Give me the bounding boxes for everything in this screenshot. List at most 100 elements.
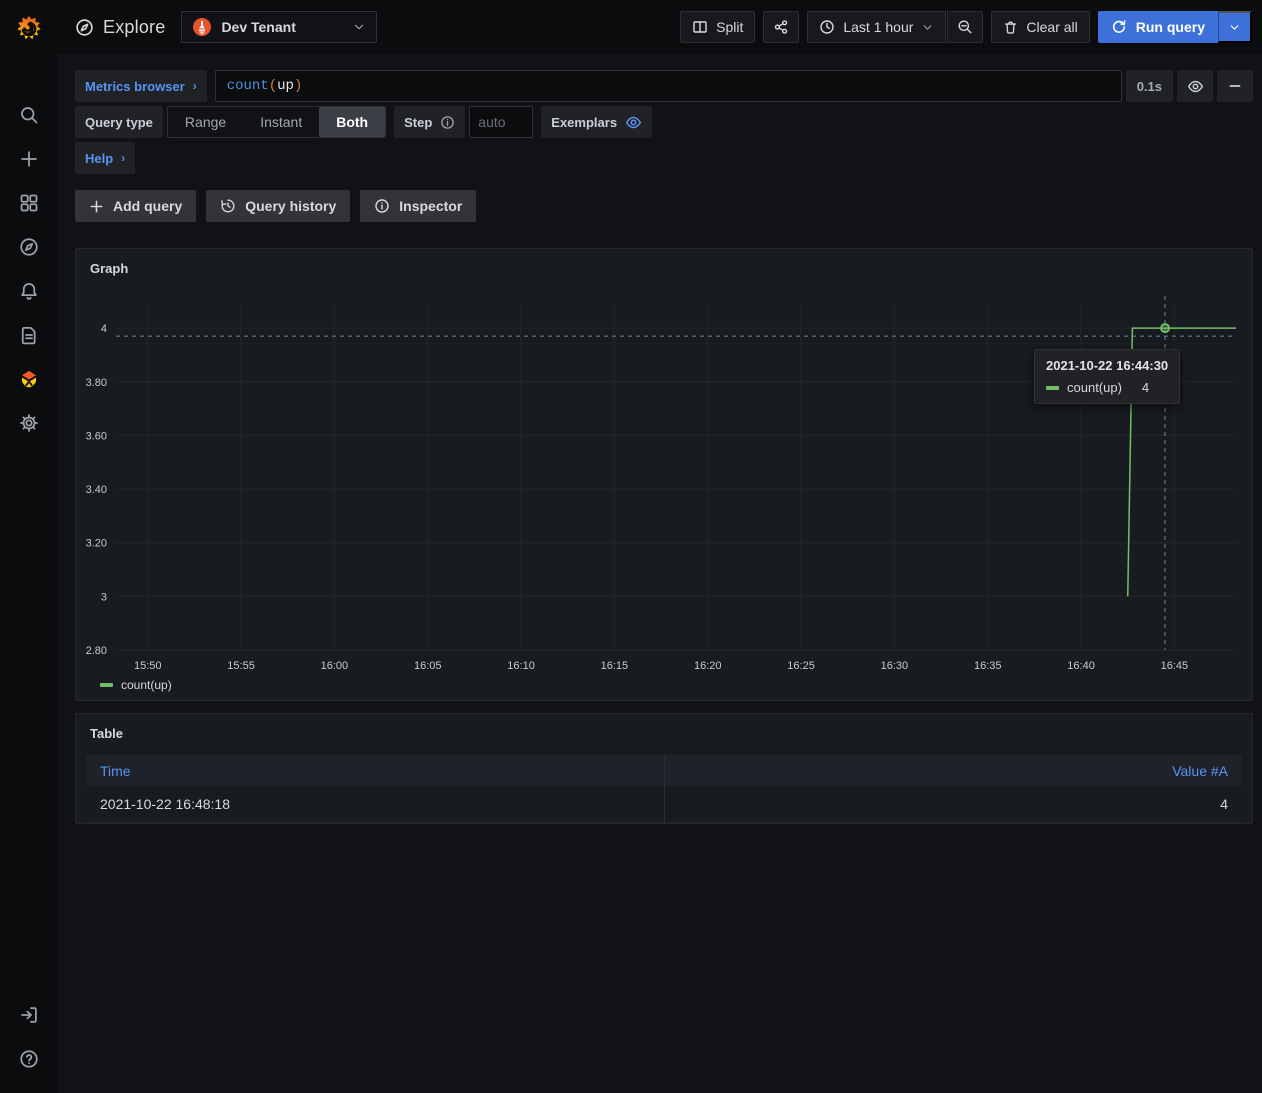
table-panel: Table Time Value #A 2021-10-22 16:48:18 …: [75, 713, 1253, 824]
split-button[interactable]: Split: [680, 11, 755, 43]
tooltip-series-name: count(up): [1067, 380, 1122, 395]
table-header-value[interactable]: Value #A: [664, 755, 1243, 786]
chevron-down-icon: [1228, 21, 1241, 34]
clear-all-button[interactable]: Clear all: [991, 11, 1089, 43]
chevron-right-icon: ›: [121, 151, 125, 165]
sidebar-item-document[interactable]: [0, 313, 57, 357]
split-icon: [692, 19, 708, 35]
expr-argument: up: [277, 78, 294, 94]
clear-all-label: Clear all: [1026, 19, 1077, 35]
sign-in-icon: [19, 1005, 39, 1025]
query-type-label: Query type: [75, 106, 163, 138]
query-type-option-range[interactable]: Range: [168, 107, 243, 137]
sidebar-item-help[interactable]: [0, 1037, 57, 1081]
remove-query-button[interactable]: [1217, 70, 1253, 102]
run-query-button[interactable]: Run query: [1098, 11, 1218, 43]
share-button[interactable]: [763, 11, 799, 43]
query-duration-badge: 0.1s: [1126, 70, 1173, 102]
datasource-name: Dev Tenant: [221, 19, 343, 35]
run-query-split-button: Run query: [1098, 11, 1252, 43]
datasource-picker[interactable]: Dev Tenant: [181, 11, 377, 43]
help-label: Help: [85, 151, 113, 166]
sidebar-item-configuration[interactable]: [0, 401, 57, 445]
sidebar-item-create[interactable]: [0, 137, 57, 181]
svg-text:16:30: 16:30: [881, 660, 909, 672]
sidebar-item-sign-in[interactable]: [0, 993, 57, 1037]
sidebar-item-explore[interactable]: [0, 225, 57, 269]
svg-text:16:20: 16:20: [694, 660, 722, 672]
table-header-time[interactable]: Time: [86, 755, 664, 786]
zoom-out-icon: [957, 19, 973, 35]
compass-icon: [19, 237, 39, 257]
chevron-right-icon: ›: [193, 79, 197, 93]
svg-text:16:10: 16:10: [507, 660, 535, 672]
time-range-picker[interactable]: Last 1 hour: [807, 11, 946, 43]
dashboards-grid-icon: [19, 193, 39, 213]
time-picker-group: Last 1 hour: [807, 11, 983, 43]
mimir-logo-icon: [18, 368, 40, 390]
svg-text:16:35: 16:35: [974, 660, 1002, 672]
sidebar-item-dashboards[interactable]: [0, 181, 57, 225]
query-row: Metrics browser › count(up) 0.1s: [75, 70, 1253, 102]
step-input[interactable]: [469, 106, 533, 138]
table-header-row: Time Value #A: [86, 755, 1242, 786]
exemplars-eye-toggle[interactable]: [625, 114, 642, 131]
zoom-out-button[interactable]: [947, 11, 983, 43]
graph-svg[interactable]: 2.8033.203.403.603.80415:5015:5516:0016:…: [86, 282, 1242, 678]
query-type-option-instant[interactable]: Instant: [243, 107, 319, 137]
trash-icon: [1003, 20, 1018, 35]
sidebar-item-mimir[interactable]: [0, 357, 57, 401]
toggle-query-visibility-button[interactable]: [1177, 70, 1213, 102]
time-range-label: Last 1 hour: [843, 19, 913, 35]
gear-icon: [19, 413, 39, 433]
explore-header: Explore: [75, 17, 165, 38]
table-row[interactable]: 2021-10-22 16:48:18 4: [86, 786, 1242, 823]
metrics-browser-button[interactable]: Metrics browser ›: [75, 70, 207, 102]
svg-text:16:15: 16:15: [601, 660, 629, 672]
sidebar-item-search[interactable]: [0, 93, 57, 137]
prometheus-icon: [192, 17, 212, 37]
run-query-caret-button[interactable]: [1218, 11, 1252, 43]
svg-text:3.80: 3.80: [86, 377, 107, 389]
table-cell-value: 4: [664, 786, 1243, 822]
graph-tooltip: 2021-10-22 16:44:30 count(up) 4: [1034, 349, 1180, 404]
query-type-option-both[interactable]: Both: [319, 107, 385, 137]
chevron-down-icon: [352, 20, 366, 34]
query-history-label: Query history: [245, 198, 336, 214]
svg-text:15:55: 15:55: [227, 660, 255, 672]
query-history-button[interactable]: Query history: [206, 190, 350, 222]
search-icon: [19, 105, 39, 125]
minus-icon: [1227, 78, 1243, 94]
help-icon: [19, 1049, 39, 1069]
add-query-label: Add query: [113, 198, 182, 214]
add-query-button[interactable]: Add query: [75, 190, 196, 222]
topbar: Explore Dev Tenant Split Last 1 hour Cle…: [57, 0, 1262, 54]
run-query-label: Run query: [1136, 19, 1205, 35]
graph-panel: Graph 2.8033.203.403.603.80415:5015:5516…: [75, 248, 1253, 701]
grafana-logo-icon[interactable]: [0, 0, 57, 57]
bell-icon: [19, 281, 39, 301]
svg-text:2.80: 2.80: [86, 645, 107, 657]
expr-function: count: [227, 78, 269, 94]
svg-text:16:45: 16:45: [1161, 660, 1189, 672]
svg-text:3.40: 3.40: [86, 484, 107, 496]
inspector-button[interactable]: Inspector: [360, 190, 476, 222]
graph-legend[interactable]: count(up): [86, 678, 1242, 698]
svg-text:16:05: 16:05: [414, 660, 442, 672]
query-expression-input[interactable]: count(up): [215, 70, 1122, 102]
results-table: Time Value #A 2021-10-22 16:48:18 4: [86, 755, 1242, 823]
tooltip-series-swatch: [1046, 386, 1059, 390]
metrics-browser-label: Metrics browser: [85, 79, 185, 94]
expr-paren-open: (: [269, 78, 277, 94]
sidebar-item-alerting[interactable]: [0, 269, 57, 313]
help-button[interactable]: Help ›: [75, 142, 135, 174]
chevron-down-icon: [921, 21, 934, 34]
tooltip-series-row: count(up) 4: [1046, 380, 1168, 395]
exemplars-label: Exemplars: [551, 115, 617, 130]
table-cell-time: 2021-10-22 16:48:18: [86, 786, 664, 822]
info-circle-icon: [440, 115, 455, 130]
share-icon: [773, 19, 789, 35]
compass-icon: [75, 18, 94, 37]
query-actions-row: Add query Query history Inspector: [75, 190, 1253, 222]
svg-text:3.60: 3.60: [86, 430, 107, 442]
